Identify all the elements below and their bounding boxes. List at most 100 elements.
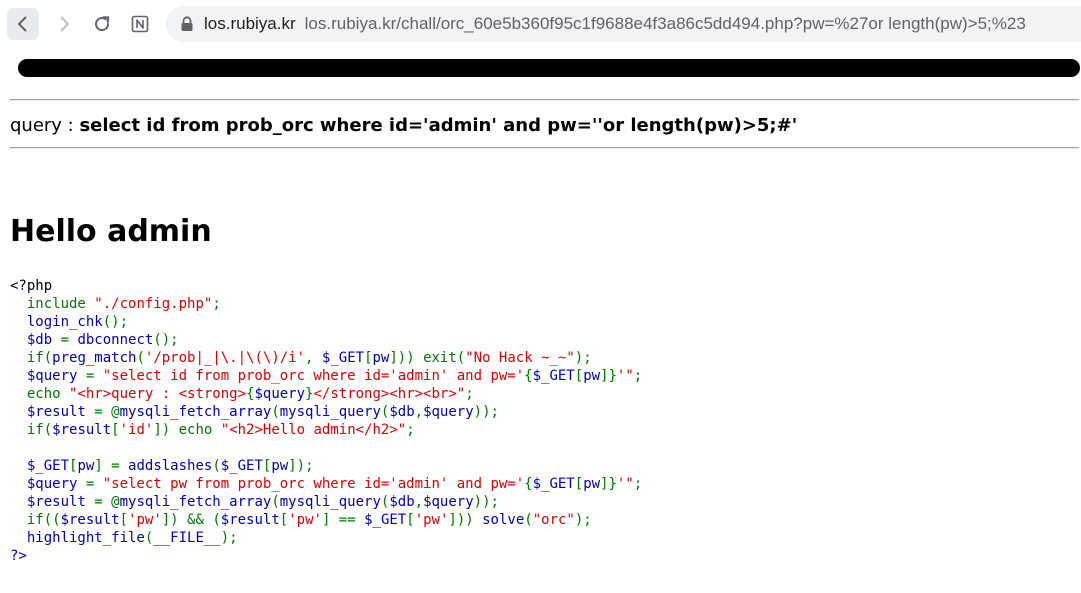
code-token: ])) <box>448 512 483 528</box>
code-token: mysqli_fetch_array <box>119 404 272 420</box>
code-token: pw <box>583 476 601 492</box>
code-token: highlight_file <box>10 530 145 546</box>
code-token: <?php <box>10 278 53 294</box>
code-token: [ <box>279 512 289 528</box>
code-token: [ <box>364 350 373 366</box>
code-token: ]) echo <box>153 422 221 438</box>
code-token: $_GET <box>364 512 407 528</box>
code-token: $query <box>254 386 306 402</box>
code-token: "./config.php" <box>94 296 213 312</box>
code-line: login_chk(); <box>10 313 642 331</box>
code-token: )); <box>473 494 499 510</box>
code-line: <?php <box>10 277 642 295</box>
code-token: addslashes <box>128 458 213 474</box>
code-token: = <box>85 368 103 384</box>
code-token: $_GET <box>220 458 263 474</box>
code-token: ?> <box>10 548 27 564</box>
code-token: , <box>414 494 424 510</box>
code-token: ); <box>574 350 592 366</box>
code-token: $query <box>10 368 86 384</box>
code-token: 'id' <box>119 422 154 438</box>
query-value: select id from prob_orc where id='admin'… <box>79 115 798 136</box>
code-token: $_GET <box>532 368 575 384</box>
code-token: (); <box>153 332 179 348</box>
code-token: ] = <box>94 458 129 474</box>
code-token: "No Hack ~_~" <box>465 350 575 366</box>
code-token: $result <box>52 422 112 438</box>
code-line: if($result['id']) echo "<h2>Hello admin<… <box>10 421 642 439</box>
hello-heading: Hello admin <box>10 214 212 249</box>
code-token: ]); <box>288 458 314 474</box>
horizontal-rule <box>10 147 1079 149</box>
code-line: echo "<hr>query : <strong>{$query}</stro… <box>10 385 642 403</box>
code-token: ( <box>271 404 280 420</box>
code-token: ]) && ( <box>161 512 221 528</box>
code-token: = @ <box>94 494 120 510</box>
code-token: if( <box>10 350 53 366</box>
reload-button[interactable] <box>86 8 118 40</box>
code-token: $result <box>10 494 95 510</box>
code-token: ] == <box>321 512 365 528</box>
code-token: $_GET <box>10 458 70 474</box>
code-token: [ <box>574 476 584 492</box>
code-token: pw <box>372 350 390 366</box>
code-token: 'pw' <box>128 512 162 528</box>
code-token: $_GET <box>532 476 575 492</box>
code-token: 'pw' <box>414 512 449 528</box>
code-token: $query <box>423 404 474 420</box>
code-token: ; <box>633 476 643 492</box>
code-token: "select id from prob_orc where id='admin… <box>102 368 525 384</box>
code-token: __FILE__ <box>153 530 221 546</box>
code-token: [ <box>406 512 415 528</box>
address-bar[interactable]: los.rubiya.kr los.rubiya.kr/chall/orc_60… <box>166 6 1081 42</box>
lock-icon[interactable] <box>180 16 194 32</box>
reload-icon <box>95 16 110 32</box>
code-token: $db <box>389 404 415 420</box>
code-token: include <box>10 296 95 312</box>
code-token: { <box>524 476 533 492</box>
code-token: ( <box>271 494 280 510</box>
code-token: ; <box>465 386 474 402</box>
code-token: "<h2>Hello admin</h2>" <box>220 422 407 438</box>
code-token: '" <box>616 368 634 384</box>
source-code-block: <?php include "./config.php"; login_chk(… <box>10 277 642 565</box>
code-token: mysqli_query <box>279 494 381 510</box>
code-line: include "./config.php"; <box>10 295 642 313</box>
back-button[interactable] <box>7 8 39 40</box>
code-token: if(( <box>10 512 61 528</box>
redaction-bar <box>18 59 1080 77</box>
code-token: ; <box>633 368 643 384</box>
notion-icon <box>131 15 149 33</box>
url-path: los.rubiya.kr/chall/orc_60e5b360f95c1f96… <box>304 14 1026 33</box>
forward-button[interactable] <box>48 8 80 40</box>
code-line: $query = "select id from prob_orc where … <box>10 367 642 385</box>
code-token: $result <box>220 512 280 528</box>
code-token: )); <box>473 404 499 420</box>
horizontal-rule <box>10 99 1079 101</box>
arrow-right-icon <box>60 16 69 32</box>
code-token: ( <box>524 512 533 528</box>
code-token: '/prob|_|\.|\(\)/i' <box>144 350 306 366</box>
code-line: $result = @mysqli_fetch_array(mysqli_que… <box>10 403 642 421</box>
code-token: ])) exit( <box>389 350 466 366</box>
code-token: mysqli_fetch_array <box>119 494 272 510</box>
code-token: pw <box>271 458 289 474</box>
code-token: , <box>305 350 322 366</box>
extension-button[interactable] <box>124 8 156 40</box>
code-token: ]} <box>600 368 617 384</box>
code-token: "orc" <box>532 512 575 528</box>
url-host: los.rubiya.kr <box>204 14 296 33</box>
code-token: [ <box>111 422 120 438</box>
query-line: query : select id from prob_orc where id… <box>10 115 797 136</box>
query-label: query : <box>10 115 80 136</box>
code-token: $query <box>10 476 86 492</box>
code-line: $db = dbconnect(); <box>10 331 642 349</box>
code-token: (); <box>102 314 129 330</box>
code-token: $db <box>389 494 415 510</box>
code-line: if(preg_match('/prob|_|\.|\(\)/i', $_GET… <box>10 349 642 367</box>
code-token: '" <box>616 476 634 492</box>
code-token: ; <box>406 422 415 438</box>
code-token: 'pw' <box>288 512 322 528</box>
code-token: "select pw from prob_orc where id='admin… <box>102 476 525 492</box>
